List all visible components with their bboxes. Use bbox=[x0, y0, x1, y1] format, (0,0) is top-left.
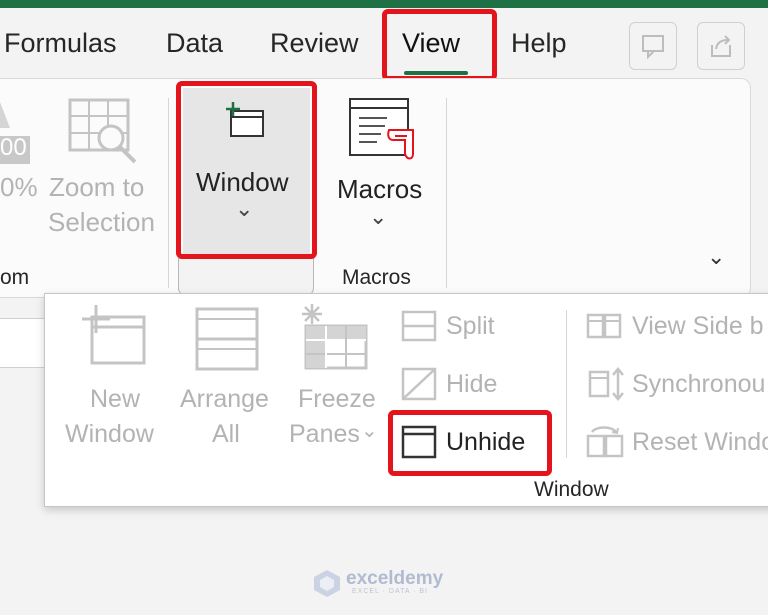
share-button[interactable] bbox=[697, 22, 745, 70]
name-box-strip bbox=[0, 318, 46, 368]
watermark-name: exceldemy bbox=[346, 568, 444, 589]
zoom-group-label: om bbox=[0, 266, 30, 289]
window-group-label: Window bbox=[534, 478, 609, 501]
freeze-panes-line2[interactable]: Panes bbox=[289, 420, 360, 449]
view-side-by-side-icon bbox=[586, 313, 622, 339]
view-side-by-side-label[interactable]: View Side b bbox=[632, 312, 764, 341]
zoom-to-selection-line1[interactable]: Zoom to bbox=[49, 172, 144, 203]
freeze-panes-line1[interactable]: Freeze bbox=[298, 385, 376, 414]
macros-button-label[interactable]: Macros bbox=[337, 174, 422, 205]
comments-button[interactable] bbox=[629, 22, 677, 70]
new-window-line1[interactable]: New bbox=[90, 385, 140, 414]
group-separator bbox=[446, 98, 447, 288]
tab-review[interactable]: Review bbox=[270, 28, 359, 59]
unhide-label[interactable]: Unhide bbox=[446, 428, 525, 457]
macros-group-label: Macros bbox=[342, 266, 411, 289]
unhide-icon bbox=[401, 425, 437, 459]
share-icon bbox=[711, 35, 731, 57]
arrange-all-line2[interactable]: All bbox=[212, 420, 240, 449]
arrange-all-line1[interactable]: Arrange bbox=[180, 385, 269, 414]
new-window-icon bbox=[226, 102, 264, 137]
zoom-to-selection-icon bbox=[68, 98, 137, 164]
ribbon-tabs: Formulas Data Review View Help bbox=[0, 8, 768, 78]
ribbon-expand-chevron[interactable]: ⌄ bbox=[707, 244, 725, 270]
exceldemy-logo-icon bbox=[314, 570, 340, 597]
tab-data[interactable]: Data bbox=[166, 28, 223, 59]
group-separator bbox=[566, 310, 567, 458]
group-separator bbox=[168, 98, 169, 288]
reset-window-position-label[interactable]: Reset Windo bbox=[632, 428, 768, 457]
freeze-panes-icon bbox=[302, 304, 368, 370]
title-bar-strip bbox=[0, 0, 768, 8]
zoom-100-value: 00 bbox=[0, 134, 27, 161]
window-button-label[interactable]: Window bbox=[196, 167, 288, 198]
watermark-tagline: EXCEL · DATA · BI bbox=[352, 588, 428, 595]
freeze-panes-chevron[interactable]: ⌄ bbox=[361, 418, 378, 443]
synchronous-scrolling-label[interactable]: Synchronou bbox=[632, 370, 765, 399]
reset-window-position-icon bbox=[586, 426, 624, 458]
hide-icon bbox=[401, 367, 437, 401]
comment-icon bbox=[642, 35, 664, 60]
new-window-icon-large bbox=[82, 305, 146, 365]
split-label[interactable]: Split bbox=[446, 312, 495, 341]
window-button-chevron[interactable]: ⌄ bbox=[235, 196, 253, 222]
zoom-to-selection-line2[interactable]: Selection bbox=[48, 207, 155, 238]
zoom-percent-label: 0% bbox=[0, 172, 38, 202]
macros-button-chevron[interactable]: ⌄ bbox=[369, 204, 387, 230]
hide-label[interactable]: Hide bbox=[446, 370, 497, 399]
exceldemy-watermark: exceldemy EXCEL · DATA · BI bbox=[312, 566, 472, 600]
active-tab-underline bbox=[404, 71, 468, 75]
macros-icon bbox=[349, 98, 414, 160]
split-icon bbox=[401, 310, 437, 342]
tab-view[interactable]: View bbox=[402, 28, 460, 59]
tab-formulas[interactable]: Formulas bbox=[4, 28, 117, 59]
window-group-label-area bbox=[178, 258, 314, 296]
tab-help[interactable]: Help bbox=[511, 28, 567, 59]
arrange-all-icon bbox=[195, 307, 259, 371]
new-window-line2[interactable]: Window bbox=[65, 420, 154, 449]
synchronous-scrolling-icon bbox=[588, 367, 624, 401]
